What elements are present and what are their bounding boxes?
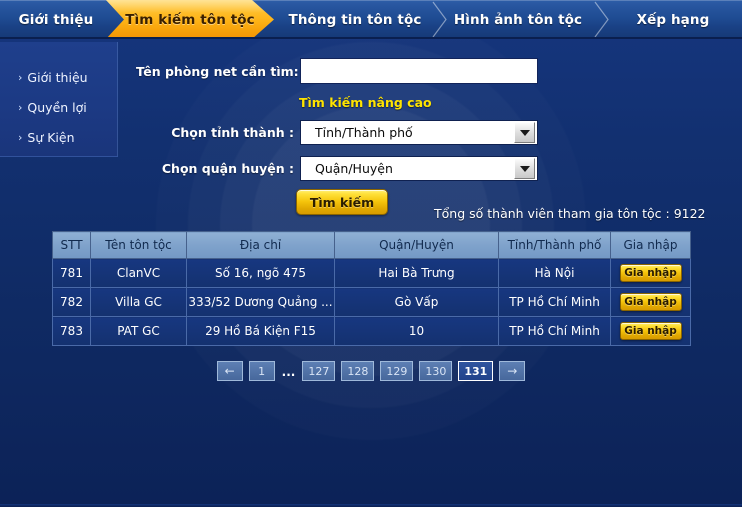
tab-xep-hang[interactable]: Xếp hạng [604,0,742,37]
tab-label: Xếp hạng [636,11,710,28]
sidebar-item-label: Sự Kiện [27,129,75,145]
table-row: 781 ClanVC Số 16, ngõ 475 Hai Bà Trưng H… [52,258,691,288]
pagination-page-127[interactable]: 127 [302,361,336,381]
results-table: STT Tên tôn tộc Địa chỉ Quận/Huyện Tỉnh/… [52,231,691,346]
tab-thong-tin-ton-toc[interactable]: Thông tin tôn tộc [276,0,434,37]
column-header-district: Quận/Huyện [334,231,499,259]
join-button[interactable]: Gia nhập [619,293,682,311]
tab-label: Thông tin tôn tộc [288,11,422,28]
column-header-join: Gia nhập [610,231,691,259]
chevron-down-icon[interactable] [514,158,535,179]
field-row-name: Tên phòng net cần tìm: [136,58,538,84]
cell-province: TP Hồ Chí Minh [498,287,611,317]
table-header-row: STT Tên tôn tộc Địa chỉ Quận/Huyện Tỉnh/… [52,231,691,259]
pagination-page-130[interactable]: 130 [419,361,453,381]
province-select[interactable]: Tỉnh/Thành phố [300,120,538,145]
main-navigation: Giới thiệu Tìm kiếm tôn tộc Thông tin tô… [0,0,742,39]
district-select[interactable]: Quận/Huyện [300,156,538,181]
field-row-district: Chọn quận huyện : Quận/Huyện [136,156,538,181]
sidebar-item-quyen-loi[interactable]: › Quyền lợi [0,92,117,122]
pagination-page-129[interactable]: 129 [380,361,414,381]
sidebar-item-label: Giới thiệu [27,69,88,85]
column-header-province: Tỉnh/Thành phố [498,231,611,259]
pagination-page-128[interactable]: 128 [341,361,375,381]
chevron-down-icon[interactable] [514,122,535,143]
total-members-text: Tổng số thành viên tham gia tôn tộc : 91… [434,206,706,221]
cell-province: TP Hồ Chí Minh [498,316,611,346]
tab-tim-kiem-ton-toc[interactable]: Tìm kiếm tôn tộc [106,0,274,39]
cell-stt: 781 [52,258,91,288]
pagination-ellipsis: ... [281,365,296,379]
advanced-search-link[interactable]: Tìm kiếm nâng cao [299,95,432,110]
cell-address: 29 Hồ Bá Kiện F15 [186,316,335,346]
column-header-address: Địa chỉ [186,231,335,259]
province-select-value: Tỉnh/Thành phố [315,125,413,140]
cell-district: Gò Vấp [334,287,499,317]
column-header-name: Tên tôn tộc [90,231,187,259]
tab-label: Giới thiệu [18,11,94,28]
name-field-label: Tên phòng net cần tìm: [136,63,299,79]
sidebar-item-gioi-thieu[interactable]: › Giới thiệu [0,62,117,92]
cell-stt: 782 [52,287,91,317]
cell-address: 333/52 Dương Quảng ... [186,287,335,317]
sidebar-item-su-kien[interactable]: › Sự Kiện [0,122,117,152]
cell-join: Gia nhập [610,258,691,288]
sidebar-item-label: Quyền lợi [27,99,87,115]
cell-join: Gia nhập [610,316,691,346]
tab-label: Hình ảnh tôn tộc [453,11,583,28]
cell-district: 10 [334,316,499,346]
cell-district: Hai Bà Trưng [334,258,499,288]
tab-label: Tìm kiếm tôn tộc [125,11,255,28]
chevron-right-icon: › [18,100,23,114]
cell-name: PAT GC [90,316,187,346]
cell-name: ClanVC [90,258,187,288]
tab-gioi-thieu[interactable]: Giới thiệu [0,0,112,37]
province-field-label: Chọn tỉnh thành : [171,125,294,140]
pagination-next[interactable]: → [499,361,526,381]
table-row: 783 PAT GC 29 Hồ Bá Kiện F15 10 TP Hồ Ch… [52,316,691,346]
page-root: Giới thiệu Tìm kiếm tôn tộc Thông tin tô… [0,0,742,507]
cell-stt: 783 [52,316,91,346]
chevron-right-icon: › [18,130,23,144]
tab-hinh-anh-ton-toc[interactable]: Hình ảnh tôn tộc [440,0,596,37]
results-table-container: STT Tên tôn tộc Địa chỉ Quận/Huyện Tỉnh/… [52,231,691,346]
cell-province: Hà Nội [498,258,611,288]
sidebar: › Giới thiệu › Quyền lợi › Sự Kiện [0,42,118,157]
pagination: ← 1 ... 127 128 129 130 131 → [0,361,742,381]
table-row: 782 Villa GC 333/52 Dương Quảng ... Gò V… [52,287,691,317]
district-field-label: Chọn quận huyện : [161,161,294,176]
cell-name: Villa GC [90,287,187,317]
join-button[interactable]: Gia nhập [619,322,682,340]
field-row-province: Chọn tỉnh thành : Tỉnh/Thành phố [136,120,538,145]
column-header-stt: STT [52,231,91,259]
pagination-page-1[interactable]: 1 [248,361,275,381]
pagination-prev[interactable]: ← [216,361,243,381]
search-name-input[interactable] [300,58,538,84]
cell-address: Số 16, ngõ 475 [186,258,335,288]
search-button[interactable]: Tìm kiếm [296,189,388,215]
join-button[interactable]: Gia nhập [619,264,682,282]
pagination-page-131-current[interactable]: 131 [458,361,494,381]
chevron-right-icon: › [18,70,23,84]
district-select-value: Quận/Huyện [315,161,393,176]
cell-join: Gia nhập [610,287,691,317]
